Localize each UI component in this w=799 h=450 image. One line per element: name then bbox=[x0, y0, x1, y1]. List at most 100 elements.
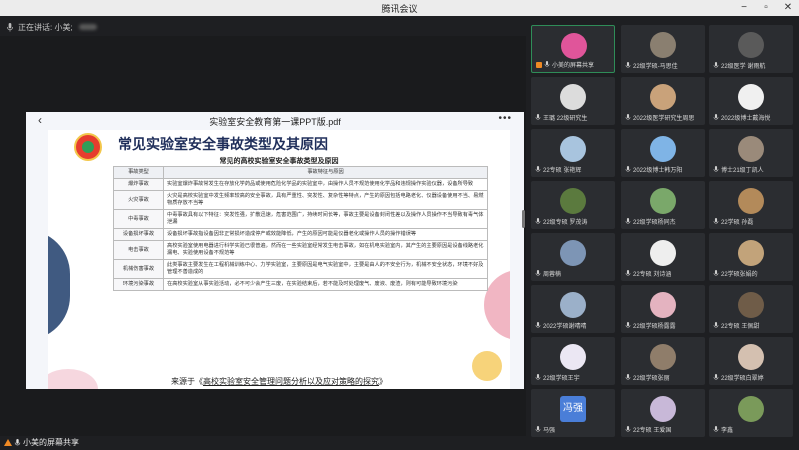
participant-name-row: 2022级医学研究生周思 bbox=[625, 113, 694, 122]
mic-icon bbox=[625, 322, 631, 328]
participant-name: 2022级博士戴海悦 bbox=[721, 116, 771, 122]
table-row: 火灾事故 火灾是高校实验室中发生频率较高的安全事故，具有严重性、突发性、复杂性等… bbox=[113, 190, 488, 210]
participant-name-row: 李鑫 bbox=[713, 425, 733, 434]
mic-icon bbox=[6, 22, 14, 32]
participant-tile[interactable]: 博士21级丁凯人 bbox=[709, 129, 793, 177]
mic-icon bbox=[535, 426, 541, 432]
avatar bbox=[560, 136, 586, 162]
participant-name: 马强 bbox=[543, 428, 556, 434]
participant-name: 22级学硕杨露露 bbox=[633, 324, 676, 330]
participant-tile[interactable]: 22专硕 王佩甜 bbox=[709, 285, 793, 333]
mic-icon bbox=[713, 114, 719, 120]
participant-name: 博士21级丁凯人 bbox=[721, 168, 764, 174]
participant-name: 22学硕张娟的 bbox=[721, 272, 758, 278]
participant-tile[interactable]: 22级学硕白翠婷 bbox=[709, 337, 793, 385]
participant-tile[interactable]: 22级学硕王宇 bbox=[531, 337, 615, 385]
mic-icon bbox=[535, 218, 541, 224]
participant-tile[interactable]: 22级医学 谢雨航 bbox=[709, 25, 793, 73]
participant-tile[interactable]: 22学硕 孙磊 bbox=[709, 181, 793, 229]
participant-tile[interactable]: 2022级医学研究生周思 bbox=[621, 77, 705, 125]
participant-tile[interactable]: 王璐 22级研究生 bbox=[531, 77, 615, 125]
minimize-icon[interactable]: − bbox=[737, 1, 751, 15]
avatar bbox=[650, 292, 676, 318]
scrollbar[interactable] bbox=[522, 210, 525, 228]
participant-tile[interactable]: 李鑫 bbox=[709, 389, 793, 437]
participant-tile[interactable]: 小美的屏幕共享 bbox=[531, 25, 615, 73]
mic-icon bbox=[544, 61, 550, 67]
source-suffix: 》 bbox=[379, 377, 387, 386]
participant-name-row: 22级学硕杨露露 bbox=[625, 321, 676, 330]
participant-name-row: 22级学硕白翠婷 bbox=[713, 373, 764, 382]
mic-icon bbox=[713, 270, 719, 276]
participant-tile[interactable]: 22级学硕杨露露 bbox=[621, 285, 705, 333]
table-row: 设备损坏事故 设备损坏事故指设备因非正常损坏造成停产或效能降低，产生的原因可能是… bbox=[113, 228, 488, 241]
participant-name-row: 22级学硕-马思佳 bbox=[625, 61, 678, 70]
mic-icon bbox=[713, 374, 719, 380]
accident-type: 火灾事故 bbox=[113, 190, 164, 210]
participant-name: 22专硕 王佩甜 bbox=[721, 324, 760, 330]
participant-name: 王璐 22级研究生 bbox=[543, 116, 588, 122]
accident-description: 在高校实验室从事实验活动，必不可少会产生三废，在实验结束后，若不能及时处理废气、… bbox=[163, 278, 488, 291]
more-icon[interactable]: ••• bbox=[498, 113, 512, 124]
speaking-label: 正在讲话: 小美; bbox=[18, 22, 73, 32]
speaking-indicator: 正在讲话: 小美; bbox=[6, 20, 97, 34]
avatar bbox=[650, 344, 676, 370]
mic-icon bbox=[625, 270, 631, 276]
participant-tile[interactable]: 2022学硕谢晴晴 bbox=[531, 285, 615, 333]
table-row: 环境污染事故 在高校实验室从事实验活动，必不可少会产生三废，在实验结束后，若不能… bbox=[113, 278, 488, 291]
avatar: 冯强 bbox=[560, 396, 586, 422]
participant-tile[interactable]: 2022级博士韩万阳 bbox=[621, 129, 705, 177]
participant-name: 周蓉楠 bbox=[543, 272, 562, 278]
avatar bbox=[650, 32, 676, 58]
participant-tile[interactable]: 22专硕 刘诗涵 bbox=[621, 233, 705, 281]
participant-name-row: 22级学硕杨同杰 bbox=[625, 217, 676, 226]
title-bar: 腾讯会议 − ▫ ✕ bbox=[0, 0, 799, 16]
participant-name-row: 2022学硕谢晴晴 bbox=[535, 321, 586, 330]
participant-name-row: 22学硕 孙磊 bbox=[713, 217, 753, 226]
participant-name-row: 22级医学 谢雨航 bbox=[713, 61, 765, 70]
participant-name: 22级医学 谢雨航 bbox=[721, 64, 766, 70]
mic-icon bbox=[535, 114, 541, 120]
participant-name-row: 2022级博士戴海悦 bbox=[713, 113, 770, 122]
participant-name-row: 22级学硕王宇 bbox=[535, 373, 580, 382]
participant-tile[interactable]: 周蓉楠 bbox=[531, 233, 615, 281]
mic-icon bbox=[713, 62, 719, 68]
participant-name: 李鑫 bbox=[721, 428, 734, 434]
maximize-icon[interactable]: ▫ bbox=[759, 1, 773, 15]
participant-name-row: 马强 bbox=[535, 425, 555, 434]
participant-name-row: 22专硕 王爱国 bbox=[625, 425, 671, 434]
avatar bbox=[738, 188, 764, 214]
accident-description: 高校实验室使用电器进行科学实验已很普遍，然而在一些实验室经常发生电击事故，如在机… bbox=[163, 240, 488, 260]
pdf-header: ‹ 实验室安全教育第一课PPT版.pdf ••• bbox=[26, 112, 524, 128]
participant-name: 22专硕 刘诗涵 bbox=[633, 272, 672, 278]
participant-tile[interactable]: 22学硕张娟的 bbox=[709, 233, 793, 281]
participant-tile[interactable]: 2022级博士戴海悦 bbox=[709, 77, 793, 125]
participant-tile[interactable]: 22级学硕-马思佳 bbox=[621, 25, 705, 73]
table-header: 事故特征与原因 bbox=[163, 166, 488, 179]
participant-tile[interactable]: 22级学硕张丽 bbox=[621, 337, 705, 385]
participant-tile[interactable]: 冯强 马强 bbox=[531, 389, 615, 437]
mic-icon bbox=[535, 166, 541, 172]
participant-tile[interactable]: 22专硕 张艳辉 bbox=[531, 129, 615, 177]
participant-tile[interactable]: 22级专硕 罗茂涛 bbox=[531, 181, 615, 229]
accident-type: 中毒事故 bbox=[113, 209, 164, 229]
mic-icon bbox=[713, 218, 719, 224]
bottom-bar: 小美的屏幕共享 bbox=[0, 436, 526, 450]
pdf-page: 常见实验室安全事故类型及其原因 常见的高校实验室安全事故类型及原因 事故类型 事… bbox=[48, 130, 510, 389]
source-prefix: 来源于《 bbox=[171, 377, 203, 386]
participant-name: 2022级医学研究生周思 bbox=[633, 116, 695, 122]
mic-icon bbox=[625, 62, 631, 68]
share-owner: 小美的屏幕共享 bbox=[4, 437, 79, 448]
participant-name: 22级学硕王宇 bbox=[543, 376, 580, 382]
participant-tile[interactable]: 22专硕 王爱国 bbox=[621, 389, 705, 437]
table-header: 事故类型 bbox=[113, 166, 164, 179]
accident-type: 环境污染事故 bbox=[113, 278, 164, 291]
mic-icon bbox=[625, 426, 631, 432]
participant-tile[interactable]: 22级学硕杨同杰 bbox=[621, 181, 705, 229]
participant-name: 22专硕 王爱国 bbox=[633, 428, 672, 434]
participant-name: 22级学硕白翠婷 bbox=[721, 376, 764, 382]
avatar bbox=[560, 84, 586, 110]
close-icon[interactable]: ✕ bbox=[781, 1, 795, 15]
mic-icon bbox=[625, 114, 631, 120]
mic-icon bbox=[14, 438, 21, 445]
